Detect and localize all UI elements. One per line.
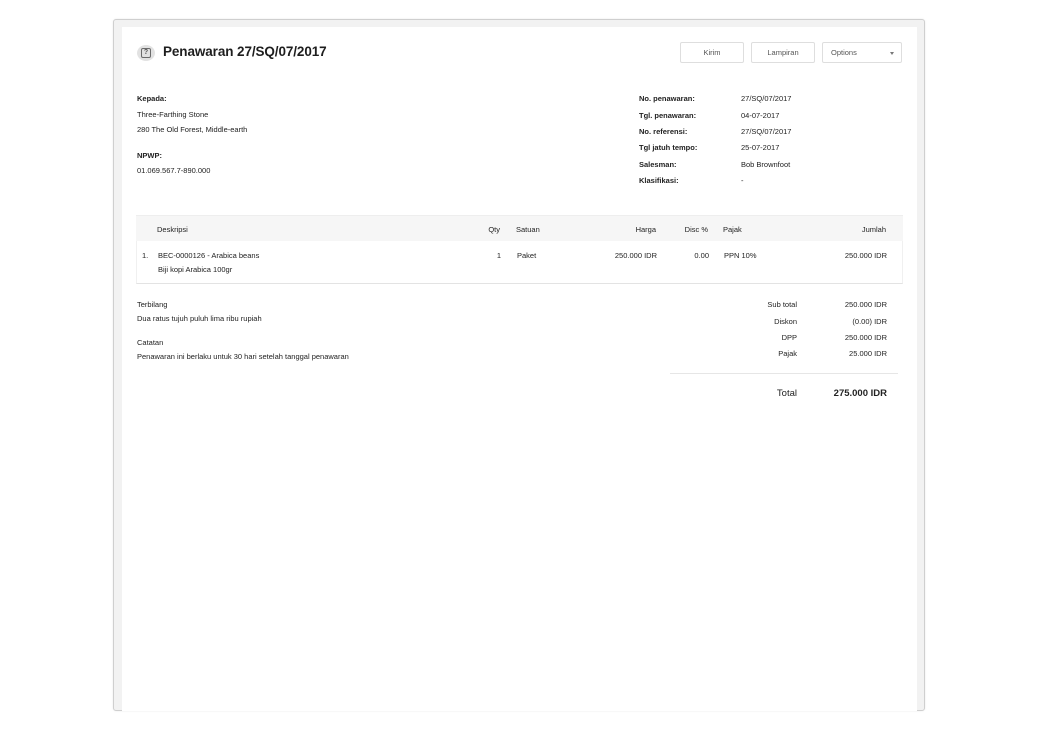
info-value-no-referensi: 27/SQ/07/2017 — [741, 127, 792, 136]
info-value-salesman: Bob Brownfoot — [741, 160, 791, 169]
items-table-header: Deskripsi Qty Satuan Harga Disc % Pajak … — [136, 215, 903, 241]
col-qty: Qty — [488, 225, 500, 234]
options-dropdown[interactable]: Options — [822, 42, 902, 63]
row-pajak: PPN 10% — [724, 251, 757, 260]
row-item: BEC-0000126 - Arabica beans — [158, 251, 260, 260]
col-jumlah: Jumlah — [861, 225, 886, 234]
info-value-tgl-penawaran: 04-07-2017 — [741, 111, 780, 120]
summary-divider — [670, 373, 898, 374]
col-deskripsi: Deskripsi — [157, 225, 188, 234]
col-satuan: Satuan — [516, 225, 540, 234]
info-label-tgl-penawaran: Tgl. penawaran: — [639, 111, 697, 120]
col-pajak: Pajak — [723, 225, 742, 234]
page-title: Penawaran 27/SQ/07/2017 — [163, 44, 327, 59]
info-label-jatuh-tempo: Tgl jatuh tempo: — [639, 143, 698, 152]
info-label-no-referensi: No. referensi: — [639, 127, 688, 136]
lampiran-button[interactable]: Lampiran — [751, 42, 815, 63]
dpp-label: DPP — [781, 333, 797, 342]
pajak-value: 25.000 IDR — [849, 349, 887, 358]
total-value: 275.000 IDR — [833, 388, 887, 399]
document-help-icon: ? — [137, 45, 155, 61]
options-label: Options — [831, 48, 857, 57]
diskon-value: (0.00) IDR — [852, 317, 887, 326]
diskon-label: Diskon — [774, 317, 797, 326]
terbilang-value: Dua ratus tujuh puluh lima ribu rupiah — [137, 314, 262, 323]
table-row[interactable]: 1. BEC-0000126 - Arabica beans Biji kopi… — [136, 241, 903, 284]
kirim-button[interactable]: Kirim — [680, 42, 744, 63]
recipient-label: Kepada: — [137, 94, 167, 103]
subtotal-label: Sub total — [767, 300, 797, 309]
subtotal-value: 250.000 IDR — [844, 300, 887, 309]
row-description: Biji kopi Arabica 100gr — [158, 265, 233, 274]
info-value-no-penawaran: 27/SQ/07/2017 — [741, 94, 792, 103]
row-qty: 1 — [496, 251, 501, 260]
recipient-name: Three-Farthing Stone — [137, 110, 209, 119]
terbilang-label: Terbilang — [137, 300, 168, 309]
col-disc: Disc % — [684, 225, 708, 234]
info-value-jatuh-tempo: 25-07-2017 — [741, 143, 780, 152]
total-label: Total — [776, 388, 797, 399]
recipient-address: 280 The Old Forest, Middle-earth — [137, 125, 248, 134]
npwp-value: 01.069.567.7-890.000 — [137, 166, 211, 175]
col-harga: Harga — [635, 225, 656, 234]
info-label-no-penawaran: No. penawaran: — [639, 94, 695, 103]
document-frame: ? Penawaran 27/SQ/07/2017 Kirim Lampiran… — [113, 19, 925, 711]
row-disc: 0.00 — [694, 251, 709, 260]
row-satuan: Paket — [517, 251, 537, 260]
caret-down-icon — [890, 52, 894, 55]
info-value-klasifikasi: - — [741, 176, 744, 185]
npwp-label: NPWP: — [137, 151, 162, 160]
info-label-klasifikasi: Klasifikasi: — [639, 176, 679, 185]
pajak-label: Pajak — [778, 349, 797, 358]
catatan-value: Penawaran ini berlaku untuk 30 hari sete… — [137, 352, 349, 361]
catatan-label: Catatan — [137, 338, 164, 347]
row-number: 1. — [142, 251, 149, 260]
row-harga: 250.000 IDR — [614, 251, 657, 260]
quotation-sheet: ? Penawaran 27/SQ/07/2017 Kirim Lampiran… — [122, 27, 917, 711]
info-label-salesman: Salesman: — [639, 160, 677, 169]
row-jumlah: 250.000 IDR — [844, 251, 887, 260]
dpp-value: 250.000 IDR — [844, 333, 887, 342]
